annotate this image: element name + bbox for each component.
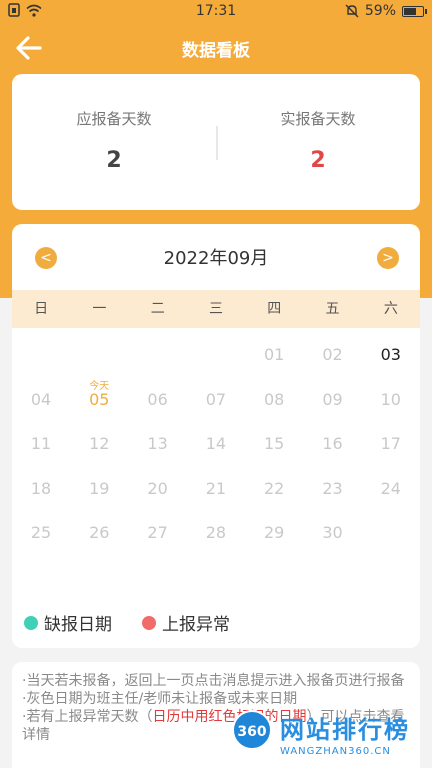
- calendar-day-18[interactable]: 18: [12, 479, 70, 498]
- expected-days-stat: 应报备天数 2: [12, 74, 216, 210]
- calendar-day-22[interactable]: 22: [245, 479, 303, 498]
- battery-icon: [402, 5, 427, 17]
- weekday-thu: 四: [267, 301, 282, 317]
- calendar-day-17[interactable]: 17: [362, 434, 420, 453]
- note-line-1: ·当天若未报备，返回上一页点击消息提示进入报备页进行报备: [22, 673, 405, 689]
- calendar-card: < 2022年09月 > 日 一 二 三 四 五 六 01 02 03 04 05 今天 0…: [12, 224, 420, 648]
- mute-bell-icon: [345, 4, 359, 18]
- calendar-day-20[interactable]: 20: [129, 479, 187, 498]
- actual-days-value: 2: [310, 148, 326, 173]
- calendar-day-05[interactable]: 05: [70, 390, 128, 409]
- legend-abnormal-dot: [142, 615, 156, 630]
- calendar-day-26[interactable]: 26: [70, 523, 128, 542]
- calendar-day-16[interactable]: 16: [304, 434, 362, 453]
- calendar-day-24[interactable]: 24: [362, 479, 420, 498]
- weekday-header: 日 一 二 三 四 五 六: [12, 290, 420, 328]
- today-tag: 今天: [89, 380, 110, 392]
- calendar-day-07[interactable]: 07: [187, 390, 245, 409]
- calendar-day-11[interactable]: 11: [12, 434, 70, 453]
- calendar-day-08[interactable]: 08: [245, 390, 303, 409]
- expected-days-label: 应报备天数: [76, 110, 152, 128]
- calendar-day-30[interactable]: 30: [304, 523, 362, 542]
- status-bar: 17:31 59%: [0, 0, 432, 24]
- calendar-day-29[interactable]: 29: [245, 523, 303, 542]
- watermark-subtitle: WANGZHAN360.CN: [280, 746, 391, 757]
- calendar-day-25[interactable]: 25: [12, 523, 70, 542]
- weekday-sat: 六: [383, 301, 398, 317]
- weekday-sun: 日: [34, 301, 49, 317]
- weekday-mon: 一: [92, 301, 107, 317]
- site-watermark: 360 网站排行榜 WANGZHAN360.CN: [230, 704, 432, 768]
- calendar-day-19[interactable]: 19: [70, 479, 128, 498]
- legend-abnormal: 上报异常: [142, 610, 230, 635]
- calendar-day-23[interactable]: 23: [304, 479, 362, 498]
- calendar-month-title: 2022年09月: [163, 248, 269, 269]
- watermark-logo: 360: [232, 710, 272, 750]
- legend-abnormal-label: 上报异常: [162, 615, 230, 635]
- calendar-legend: 缺报日期 上报异常: [24, 610, 230, 635]
- battery-percent: 59%: [364, 3, 396, 19]
- calendar-day-15[interactable]: 15: [245, 434, 303, 453]
- actual-days-label: 实报备天数: [280, 110, 356, 128]
- calendar-day-12[interactable]: 12: [70, 434, 128, 453]
- calendar-day-28[interactable]: 28: [187, 523, 245, 542]
- app-header: 数据看板: [0, 24, 432, 72]
- calendar-day-10[interactable]: 10: [362, 390, 420, 409]
- calendar-day-01[interactable]: 01: [245, 345, 303, 364]
- note-line-3-prefix: ·若有上报异常天数（: [22, 709, 153, 725]
- stats-card: 应报备天数 2 实报备天数 2: [12, 74, 420, 210]
- expected-days-value: 2: [106, 148, 122, 173]
- calendar-day-06[interactable]: 06: [129, 390, 187, 409]
- actual-days-stat: 实报备天数 2: [216, 74, 420, 210]
- legend-missing: 缺报日期: [24, 610, 112, 635]
- weekday-fri: 五: [325, 301, 340, 317]
- calendar-day-09[interactable]: 09: [304, 390, 362, 409]
- calendar-day-04[interactable]: 04: [12, 390, 70, 409]
- watermark-title: 网站排行榜: [280, 716, 410, 744]
- next-month-button[interactable]: >: [377, 247, 399, 269]
- calendar-day-14[interactable]: 14: [187, 434, 245, 453]
- page-title: 数据看板: [182, 41, 250, 61]
- legend-missing-label: 缺报日期: [44, 615, 112, 635]
- calendar-day-21[interactable]: 21: [187, 479, 245, 498]
- calendar-day-03[interactable]: 03: [362, 345, 420, 364]
- calendar-day-13[interactable]: 13: [129, 434, 187, 453]
- legend-missing-dot: [24, 615, 38, 630]
- weekday-wed: 三: [208, 301, 223, 317]
- weekday-tue: 二: [150, 301, 165, 317]
- calendar-day-27[interactable]: 27: [129, 523, 187, 542]
- calendar-day-02[interactable]: 02: [304, 345, 362, 364]
